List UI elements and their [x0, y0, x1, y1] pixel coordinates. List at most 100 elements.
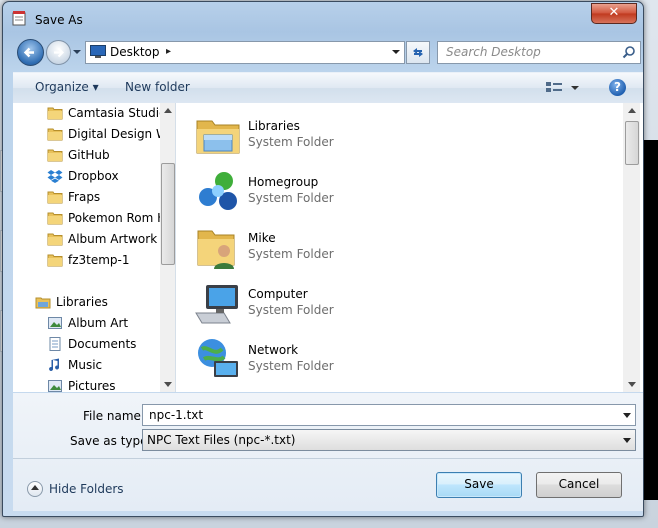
nav-item-label: Fraps: [68, 190, 101, 204]
nav-item-label: Documents: [68, 337, 137, 351]
folder-icon: [47, 147, 63, 163]
back-arrow-icon: [23, 47, 34, 58]
libraries-icon: [35, 294, 51, 310]
user-folder-icon: [194, 223, 242, 271]
file-name-label: File name:: [83, 409, 145, 423]
nav-item-label: Dropbox: [68, 169, 119, 183]
nav-item-music[interactable]: Music: [13, 355, 163, 375]
organize-menu-button[interactable]: Organize ▾: [35, 80, 99, 94]
address-bar[interactable]: Desktop ▸: [85, 41, 405, 64]
search-placeholder: Search Desktop: [446, 45, 541, 59]
desktop-icon: [90, 45, 106, 58]
file-item-name: Libraries: [248, 119, 300, 133]
nav-item-pokemon-rom-h[interactable]: Pokemon Rom H: [13, 208, 163, 228]
music-icon: [47, 357, 63, 373]
file-item-name: Network: [248, 343, 299, 357]
scroll-up-arrow-icon[interactable]: [628, 108, 636, 113]
file-item-type: System Folder: [248, 303, 334, 317]
save-as-type-chevron-down-icon[interactable]: [623, 438, 631, 443]
folder-icon: [47, 210, 63, 226]
save-button[interactable]: Save: [436, 472, 522, 498]
libraries-icon: [194, 111, 242, 159]
collapse-arrow-icon: [27, 481, 43, 497]
forward-button[interactable]: [46, 40, 71, 65]
title-bar[interactable]: Save As ✕: [3, 2, 643, 32]
refresh-icon: [413, 48, 423, 57]
file-item-type: System Folder: [248, 359, 334, 373]
close-button[interactable]: ✕: [591, 3, 637, 24]
scrollbar-thumb[interactable]: [161, 163, 175, 265]
new-folder-button[interactable]: New folder: [125, 80, 190, 94]
address-location[interactable]: Desktop: [110, 45, 160, 59]
file-list-pane[interactable]: Libraries System Folder Homegroup System Fo…: [176, 103, 643, 392]
nav-item-documents[interactable]: Documents: [13, 334, 163, 354]
nav-item-pictures[interactable]: Pictures: [13, 376, 163, 392]
recent-pages-chevron-down-icon[interactable]: [72, 47, 82, 57]
search-input[interactable]: Search Desktop: [437, 41, 641, 64]
nav-item-label: Album Art: [68, 316, 129, 330]
pictures-icon: [47, 378, 63, 392]
divider: [13, 458, 643, 459]
file-name-input[interactable]: npc-1.txt: [142, 404, 636, 426]
nav-item-label: Pictures: [68, 379, 116, 392]
scroll-down-arrow-icon[interactable]: [628, 382, 636, 387]
nav-item-label: Album Artwork: [68, 232, 158, 246]
save-as-type-value[interactable]: NPC Text Files (npc-*.txt): [147, 433, 295, 447]
homegroup-icon: [194, 167, 242, 215]
nav-item-fz3temp-1[interactable]: fz3temp-1: [13, 250, 163, 270]
refresh-button[interactable]: [406, 41, 430, 64]
nav-item-album-art[interactable]: Album Art: [13, 313, 163, 333]
nav-item-label: Digital Design Wo: [68, 127, 163, 141]
file-list-scrollbar[interactable]: [623, 103, 640, 392]
scrollbar-thumb[interactable]: [625, 121, 639, 165]
scroll-down-arrow-icon[interactable]: [164, 382, 172, 387]
nav-item-github[interactable]: GitHub: [13, 145, 163, 165]
file-item-network[interactable]: Network System Folder: [190, 331, 490, 383]
save-options-panel: File name: npc-1.txt Save as type: NPC T…: [13, 393, 643, 511]
nav-item-label: fz3temp-1: [68, 253, 130, 267]
file-name-value[interactable]: npc-1.txt: [149, 408, 203, 422]
navigation-pane[interactable]: Camtasia Studio Digital Design Wo GitHub Dr…: [13, 103, 176, 392]
file-item-name: Homegroup: [248, 175, 319, 189]
documents-icon: [47, 336, 63, 352]
save-as-dialog: Save As ✕ Desktop ▸ Search Desktop Organ…: [2, 1, 644, 517]
file-item-computer[interactable]: Computer System Folder: [190, 275, 490, 327]
forward-arrow-icon: [54, 47, 65, 58]
folder-icon: [47, 252, 63, 268]
folder-icon: [47, 105, 63, 121]
hide-folders-button[interactable]: Hide Folders: [25, 480, 125, 498]
file-item-mike[interactable]: Mike System Folder: [190, 219, 490, 271]
computer-icon: [194, 279, 242, 327]
command-toolbar: Organize ▾ New folder ?: [13, 72, 643, 104]
nav-item-dropbox[interactable]: Dropbox: [13, 166, 163, 186]
file-item-type: System Folder: [248, 247, 334, 261]
navigation-scrollbar[interactable]: [160, 103, 175, 392]
folder-icon: [47, 126, 63, 142]
file-item-homegroup[interactable]: Homegroup System Folder: [190, 163, 490, 215]
save-as-type-select[interactable]: NPC Text Files (npc-*.txt): [142, 429, 636, 451]
scroll-up-arrow-icon[interactable]: [164, 108, 172, 113]
breadcrumb-chevron-icon[interactable]: ▸: [166, 46, 171, 57]
nav-item-label: Music: [68, 358, 103, 372]
folder-icon: [47, 231, 63, 247]
nav-item-libraries[interactable]: Libraries: [13, 292, 163, 312]
file-item-libraries[interactable]: Libraries System Folder: [190, 107, 490, 159]
file-item-type: System Folder: [248, 191, 334, 205]
nav-item-digital-design-wo[interactable]: Digital Design Wo: [13, 124, 163, 144]
nav-item-camtasia-studio[interactable]: Camtasia Studio: [13, 103, 163, 123]
address-dropdown-chevron-down-icon[interactable]: [390, 45, 402, 59]
nav-item-album-artwork[interactable]: Album Artwork: [13, 229, 163, 249]
network-icon: [194, 335, 242, 383]
help-button[interactable]: ?: [609, 79, 626, 96]
change-view-icon[interactable]: [545, 79, 579, 97]
nav-item-label: Libraries: [56, 295, 108, 309]
search-icon: [622, 46, 635, 59]
back-button[interactable]: [17, 39, 44, 66]
nav-item-fraps[interactable]: Fraps: [13, 187, 163, 207]
pictures-icon: [47, 315, 63, 331]
nav-item-label: GitHub: [68, 148, 110, 162]
cancel-button[interactable]: Cancel: [536, 472, 622, 498]
file-name-chevron-down-icon[interactable]: [623, 413, 631, 418]
file-item-type: System Folder: [248, 135, 334, 149]
window-title: Save As: [35, 13, 83, 27]
